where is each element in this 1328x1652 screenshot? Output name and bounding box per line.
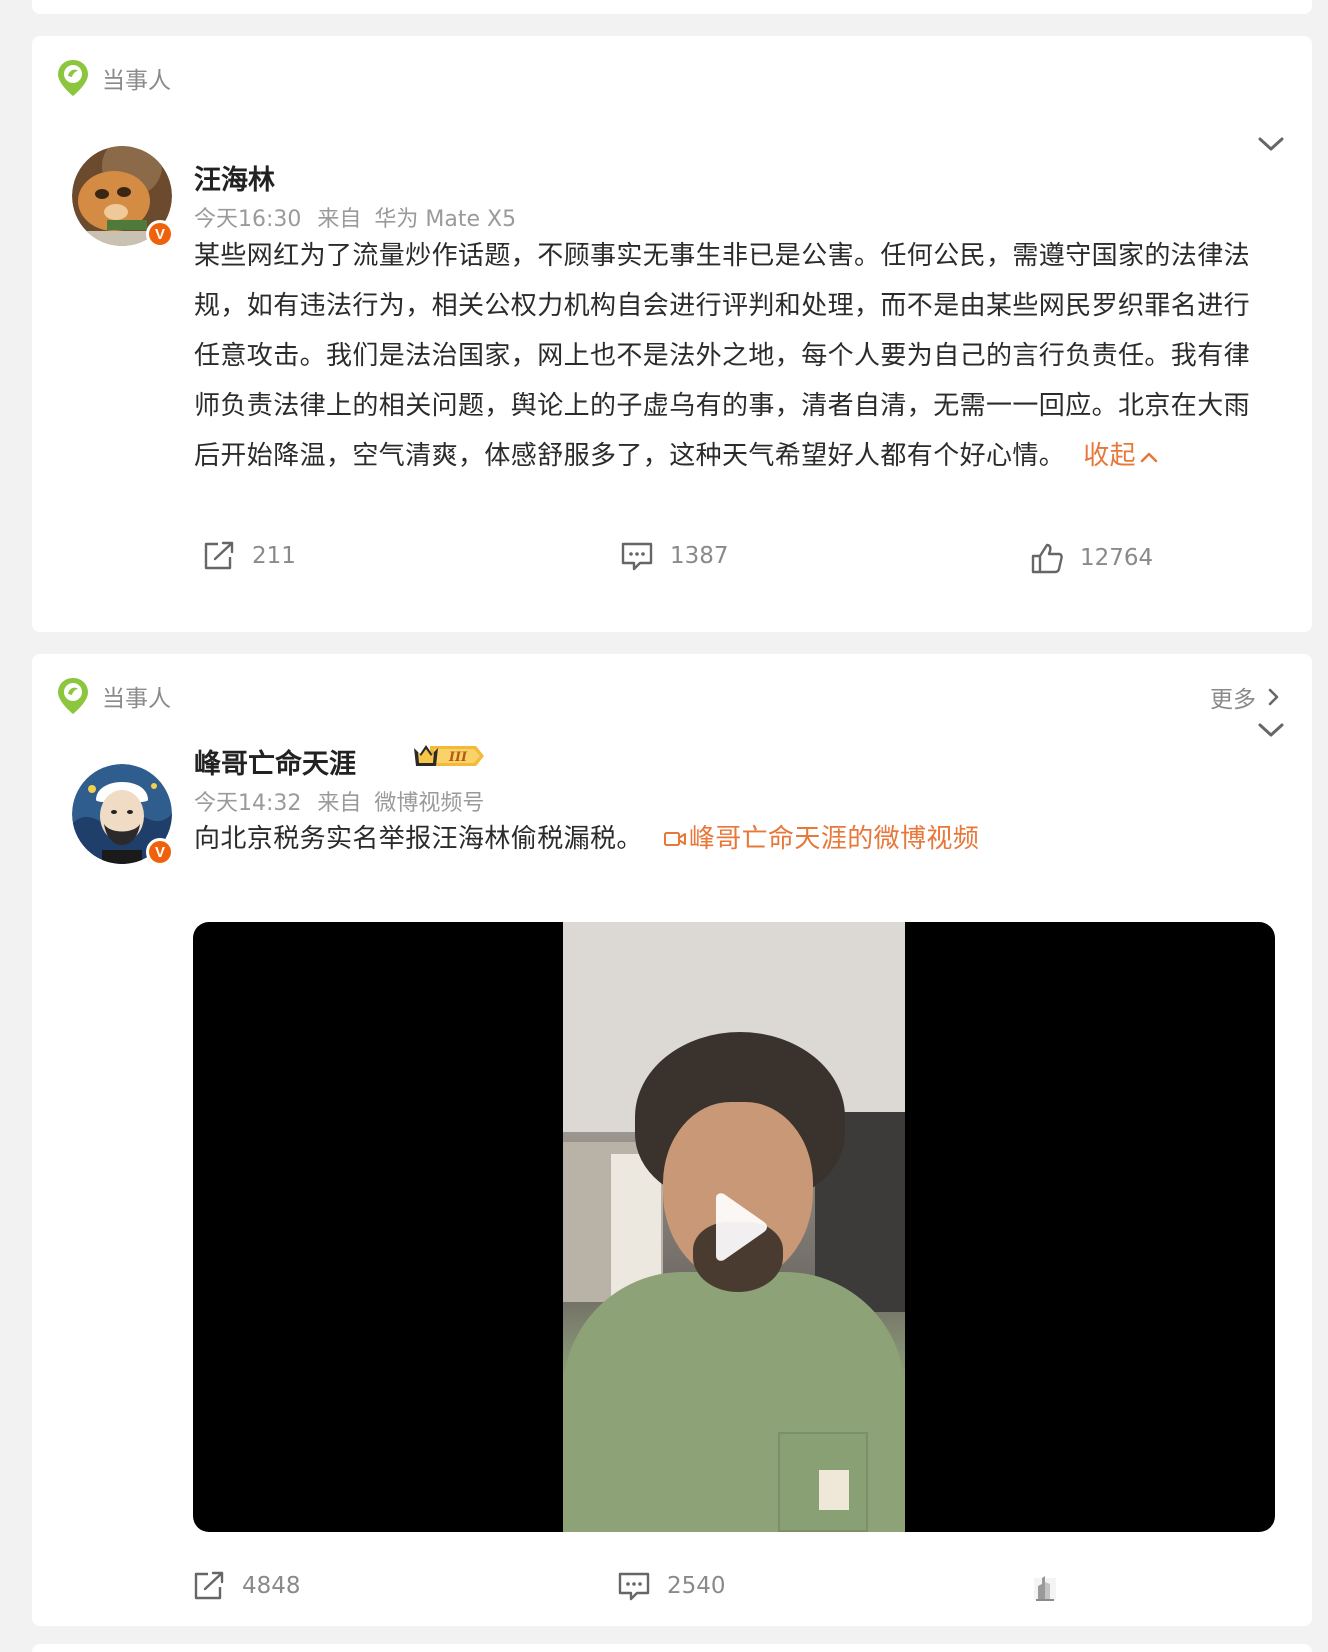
chevron-right-icon	[1268, 688, 1279, 706]
comment-icon	[621, 542, 653, 571]
location-pin-icon	[58, 678, 88, 714]
tag-label: 当事人	[102, 686, 171, 712]
action-bar: 211 1387 12764	[32, 540, 1312, 580]
involved-party-tag: 当事人	[56, 676, 171, 716]
more-link[interactable]: 更多	[1210, 680, 1280, 714]
location-pin-icon	[58, 60, 88, 96]
post-body: 某些网红为了流量炒作话题，不顾事实无事生非已是公害。任何公民，需遵守国家的法律法…	[194, 241, 1251, 471]
chevron-down-icon[interactable]	[1256, 134, 1286, 154]
user-name[interactable]: 汪海林	[194, 158, 275, 197]
post-meta: 今天16:30 来自 华为 Mate X5	[194, 201, 516, 233]
video-camera-icon	[663, 832, 686, 846]
comment-button[interactable]: 2540	[617, 1570, 726, 1602]
comment-icon	[618, 1572, 650, 1601]
like-button[interactable]: 12764	[1030, 542, 1153, 574]
collapse-link[interactable]: 收起	[1083, 441, 1158, 471]
post-meta: 今天14:32 来自 微博视频号	[194, 785, 484, 817]
chevron-down-icon[interactable]	[1256, 720, 1286, 740]
action-bar: 4848 2540	[32, 1570, 1312, 1610]
comment-count: 2540	[667, 1573, 726, 1599]
verified-badge: V	[146, 838, 174, 866]
like-button[interactable]	[1028, 1570, 1062, 1602]
post-card[interactable]: 当事人 更多 V 峰哥亡命天涯 III 今天14:32 来自 微博视频号 向北京…	[32, 654, 1312, 1626]
source-prefix: 来自	[317, 791, 362, 816]
next-card-top	[32, 1644, 1312, 1652]
user-name[interactable]: 峰哥亡命天涯	[194, 742, 356, 781]
avatar[interactable]: V	[72, 764, 174, 866]
verified-badge: V	[146, 220, 174, 248]
post-text: 某些网红为了流量炒作话题，不顾事实无事生非已是公害。任何公民，需遵守国家的法律法…	[194, 231, 1254, 481]
post-source: 微博视频号	[374, 791, 485, 816]
rank-badge-label: III	[448, 750, 468, 765]
tag-label: 当事人	[102, 68, 171, 94]
share-icon	[194, 1571, 224, 1600]
post-time: 今天14:32	[194, 791, 302, 816]
collapse-label: 收起	[1083, 441, 1137, 471]
post-time: 今天16:30	[194, 207, 302, 232]
repost-button[interactable]: 211	[202, 540, 296, 572]
video-link[interactable]: 峰哥亡命天涯的微博视频	[663, 824, 979, 854]
post-body: 向北京税务实名举报汪海林偷税漏税。	[194, 824, 643, 854]
repost-count: 4848	[242, 1573, 301, 1599]
chevron-up-icon	[1140, 452, 1158, 463]
more-label: 更多	[1210, 687, 1256, 713]
video-link-label: 峰哥亡命天涯的微博视频	[688, 824, 980, 854]
video-player[interactable]	[193, 922, 1275, 1532]
post-source: 华为 Mate X5	[374, 207, 517, 232]
avatar[interactable]: V	[72, 146, 174, 248]
share-icon	[204, 541, 234, 570]
thumb-up-icon	[1031, 543, 1063, 574]
like-count: 12764	[1080, 545, 1154, 571]
source-prefix: 来自	[317, 207, 362, 232]
comment-count: 1387	[670, 543, 729, 569]
post-text: 向北京税务实名举报汪海林偷税漏税。 峰哥亡命天涯的微博视频	[194, 814, 1274, 864]
play-icon[interactable]	[708, 1192, 770, 1262]
crown-badge-icon: III	[414, 745, 484, 766]
thumb-up-icon	[1034, 1576, 1056, 1601]
previous-card-bottom	[32, 0, 1312, 14]
repost-button[interactable]: 4848	[192, 1570, 301, 1602]
repost-count: 211	[252, 543, 296, 569]
post-card[interactable]: 当事人 V 汪海林 今天16:30 来自 华为 Mate X5 某些网红为了流量炒…	[32, 36, 1312, 632]
comment-button[interactable]: 1387	[620, 540, 729, 572]
involved-party-tag: 当事人	[56, 58, 171, 98]
